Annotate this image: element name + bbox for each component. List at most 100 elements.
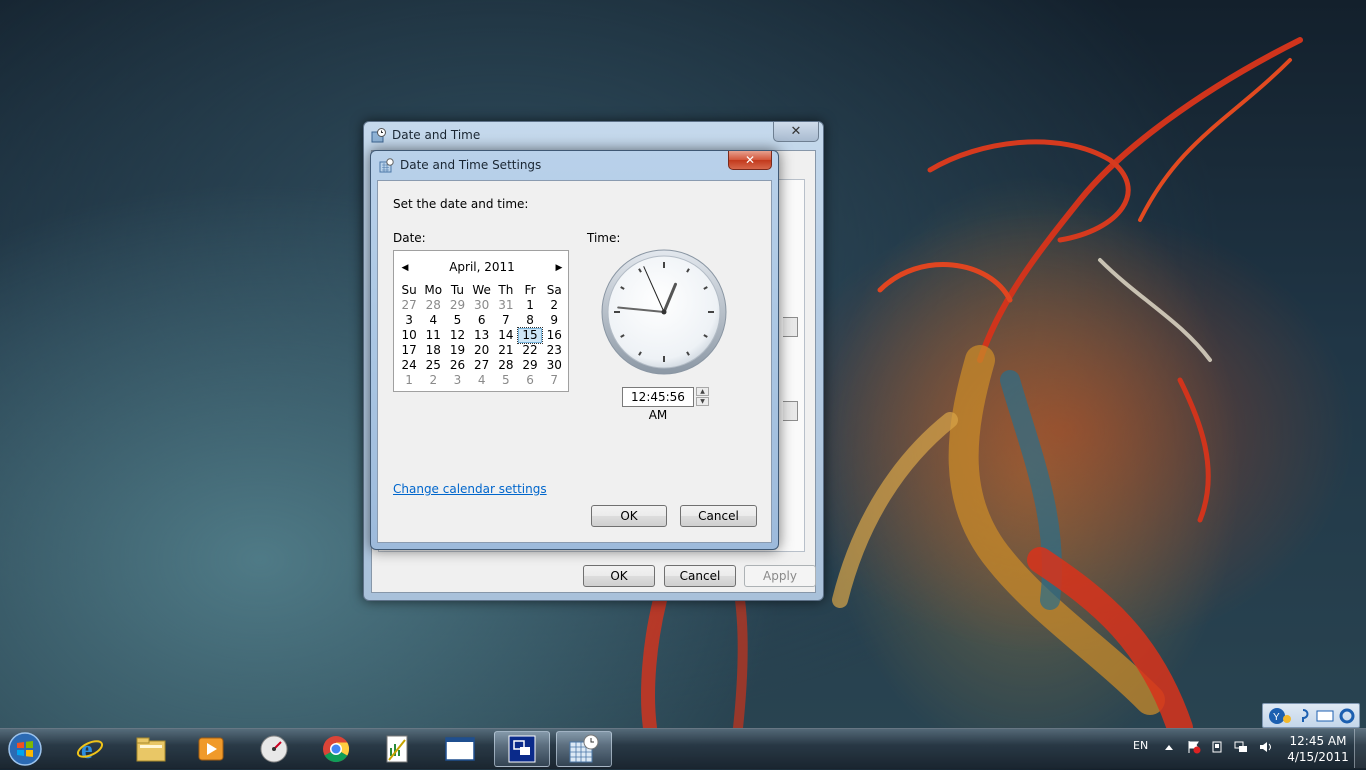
calendar-week-row: 24 25 26 27 28 29 30 (397, 358, 567, 373)
calendar-day[interactable]: 28 (494, 358, 518, 373)
calendar-day[interactable]: 9 (542, 313, 566, 328)
day-header: We (472, 283, 491, 297)
apply-button[interactable]: Apply (744, 565, 816, 587)
calendar-week-row: 10 11 12 13 14 15 16 (397, 327, 567, 344)
calendar-day[interactable]: 23 (542, 343, 566, 358)
calendar-day[interactable]: 31 (494, 298, 518, 313)
calendar[interactable]: ◀ April, 2011 ▶ Su Mo Tu We Th Fr Sa 27 28 29 30 31… (393, 250, 569, 392)
calendar-day[interactable]: 7 (494, 313, 518, 328)
instruction-text: Set the date and time: (393, 197, 529, 211)
calendar-day[interactable]: 19 (445, 343, 469, 358)
calendar-day[interactable]: 4 (470, 373, 494, 388)
calendar-day-selected[interactable]: 15 (516, 327, 544, 344)
taskbar-date-time-app[interactable] (556, 731, 612, 767)
close-icon: ✕ (790, 124, 802, 139)
calendar-day[interactable]: 3 (397, 313, 421, 328)
calendar-day[interactable]: 21 (494, 343, 518, 358)
calendar-day[interactable]: 13 (470, 328, 494, 343)
network-icon (1234, 741, 1247, 752)
change-date-time-button-edge[interactable] (783, 317, 798, 337)
svg-text:e: e (81, 735, 93, 764)
show-desktop-button[interactable] (1354, 729, 1366, 768)
analog-clock (601, 249, 727, 375)
show-hidden-icons-button[interactable] (1162, 740, 1176, 754)
calendar-day[interactable]: 29 (445, 298, 469, 313)
window-title: Date and Time (392, 128, 481, 142)
language-bar[interactable]: Y (1262, 703, 1360, 728)
close-icon: ✕ (744, 153, 756, 167)
calendar-day[interactable]: 6 (518, 373, 542, 388)
time-spin-up[interactable]: ▲ (696, 387, 709, 396)
time-input[interactable]: 12:45:56 AM (622, 387, 694, 422)
calendar-month-label[interactable]: April, 2011 (394, 260, 570, 274)
cancel-button[interactable]: Cancel (664, 565, 736, 587)
start-button[interactable] (5, 731, 45, 767)
volume-tray[interactable] (1259, 740, 1273, 754)
calendar-day[interactable]: 18 (421, 343, 445, 358)
input-language-indicator[interactable]: EN (1133, 739, 1148, 752)
day-header: Tu (450, 283, 465, 297)
taskbar-speedometer-app[interactable] (246, 731, 302, 767)
next-month-button[interactable]: ▶ (553, 261, 565, 275)
calendar-day[interactable]: 2 (421, 373, 445, 388)
taskbar-file-explorer[interactable] (123, 731, 179, 767)
calendar-day[interactable]: 30 (470, 298, 494, 313)
calendar-day[interactable]: 14 (494, 328, 518, 343)
dialog-close-button[interactable]: ✕ (728, 151, 772, 170)
taskbar-window-app[interactable] (432, 731, 488, 767)
calendar-day[interactable]: 30 (542, 358, 566, 373)
network-tray[interactable] (1234, 740, 1248, 754)
time-spin-down[interactable]: ▼ (696, 397, 709, 406)
triangle-up-icon (1165, 745, 1173, 750)
svg-text:Y: Y (1273, 712, 1280, 723)
calendar-day[interactable]: 8 (518, 313, 542, 328)
calendar-day[interactable]: 4 (421, 313, 445, 328)
action-center-tray[interactable] (1187, 740, 1201, 754)
usb-device-icon (1212, 741, 1222, 753)
change-time-zone-button-edge[interactable] (783, 401, 798, 421)
calendar-day[interactable]: 5 (445, 313, 469, 328)
calendar-day[interactable]: 7 (542, 373, 566, 388)
date-time-app-icon (569, 734, 599, 763)
taskbar-remote-app[interactable] (494, 731, 550, 767)
taskbar-media-player[interactable] (183, 731, 239, 767)
calendar-day[interactable]: 20 (470, 343, 494, 358)
calendar-day[interactable]: 12 (445, 328, 469, 343)
calendar-day[interactable]: 3 (445, 373, 469, 388)
calendar-day[interactable]: 2 (542, 298, 566, 313)
dialog-ok-button[interactable]: OK (591, 505, 667, 527)
window-icon (445, 737, 475, 761)
close-button[interactable]: ✕ (773, 122, 819, 142)
calendar-day[interactable]: 22 (518, 343, 542, 358)
calendar-day[interactable]: 17 (397, 343, 421, 358)
calendar-day[interactable]: 1 (518, 298, 542, 313)
taskbar-internet-explorer[interactable]: e (62, 731, 118, 767)
calendar-day[interactable]: 5 (494, 373, 518, 388)
safely-remove-hardware-tray[interactable] (1210, 740, 1224, 754)
calendar-day[interactable]: 24 (397, 358, 421, 373)
calendar-day[interactable]: 26 (445, 358, 469, 373)
calendar-day[interactable]: 29 (518, 358, 542, 373)
taskbar-notepad-chart[interactable] (369, 731, 425, 767)
taskbar-chrome[interactable] (308, 731, 364, 767)
file-explorer-icon (136, 737, 166, 762)
calendar-day[interactable]: 25 (421, 358, 445, 373)
ok-button[interactable]: OK (583, 565, 655, 587)
calendar-day[interactable]: 28 (421, 298, 445, 313)
calendar-day[interactable]: 16 (542, 328, 566, 343)
language-bar-icons: Y (1269, 708, 1355, 724)
internet-explorer-icon: e (76, 735, 104, 764)
dialog-cancel-button[interactable]: Cancel (680, 505, 757, 527)
calendar-week-row: 3456789 (397, 313, 567, 328)
calendar-day[interactable]: 27 (397, 298, 421, 313)
calendar-day[interactable]: 11 (421, 328, 445, 343)
calendar-day[interactable]: 10 (397, 328, 421, 343)
taskbar-clock[interactable]: 12:45 AM 4/15/2011 (1283, 733, 1353, 765)
calendar-week-row: 1234567 (397, 373, 567, 388)
date-time-control-panel-icon (371, 128, 386, 143)
calendar-day[interactable]: 27 (470, 358, 494, 373)
calendar-day[interactable]: 6 (470, 313, 494, 328)
change-calendar-settings-link[interactable]: Change calendar settings (393, 482, 547, 496)
date-time-settings-dialog: Date and Time Settings ✕ Set the date an… (370, 150, 779, 550)
calendar-day[interactable]: 1 (397, 373, 421, 388)
